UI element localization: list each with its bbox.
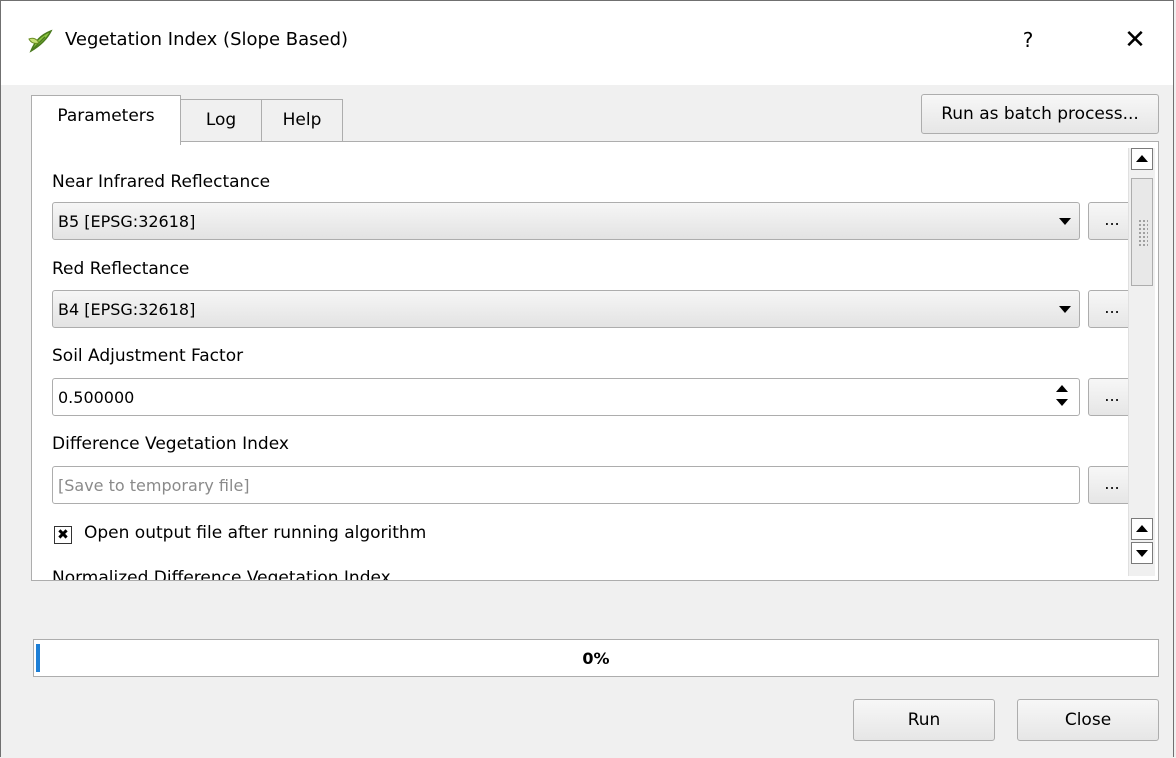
soil-spinbox[interactable]: 0.500000 [52,378,1080,416]
nir-combo[interactable]: B5 [EPSG:32618] [52,202,1080,240]
close-button[interactable]: Close [1017,699,1159,741]
scroll-thumb[interactable] [1131,178,1153,286]
chevron-down-icon [1059,218,1071,225]
scroll-up-button[interactable] [1131,148,1153,170]
tab-help[interactable]: Help [261,99,343,141]
title-bar: Vegetation Index (Slope Based) ? ✕ [1,1,1173,85]
spin-buttons[interactable] [1053,383,1073,411]
nir-value: B5 [EPSG:32618] [58,212,196,231]
spin-up-icon[interactable] [1056,385,1068,392]
close-icon[interactable]: ✕ [1117,23,1153,57]
dialog-window: Vegetation Index (Slope Based) ? ✕ Param… [0,0,1174,757]
dvi-placeholder: [Save to temporary file] [58,476,250,495]
soil-label: Soil Adjustment Factor [52,346,244,366]
red-value: B4 [EPSG:32618] [58,300,196,319]
spin-down-icon[interactable] [1056,399,1068,406]
dvi-output-field[interactable]: [Save to temporary file] [52,466,1080,504]
arrow-up-icon [1136,155,1148,162]
parameters-panel: Near Infrared Reflectance B5 [EPSG:32618… [31,141,1159,581]
ndvi-label: Normalized Difference Vegetation Index [52,568,391,581]
tab-parameters[interactable]: Parameters [31,95,181,145]
scroll-up-button-lower[interactable] [1131,518,1153,540]
window-title: Vegetation Index (Slope Based) [65,29,349,50]
tab-log[interactable]: Log [180,99,262,141]
progress-bar: 0% [33,639,1159,677]
chevron-down-icon [1059,306,1071,313]
nir-label: Near Infrared Reflectance [52,172,271,192]
progress-text: 0% [582,649,610,668]
vertical-scrollbar[interactable] [1128,148,1155,576]
dvi-label: Difference Vegetation Index [52,434,289,454]
help-icon[interactable]: ? [1013,23,1043,57]
run-batch-button[interactable]: Run as batch process... [921,94,1159,134]
soil-value: 0.500000 [58,388,135,407]
grip-icon [1138,219,1148,247]
arrow-up-icon [1136,525,1148,532]
scroll-down-button[interactable] [1131,542,1153,564]
vegetation-app-icon [28,29,53,53]
run-button[interactable]: Run [853,699,995,741]
open-output-label: Open output file after running algorithm [84,523,427,543]
red-label: Red Reflectance [52,259,190,279]
red-combo[interactable]: B4 [EPSG:32618] [52,290,1080,328]
open-output-checkbox[interactable]: ✖ [54,526,72,544]
arrow-down-icon [1136,550,1148,557]
